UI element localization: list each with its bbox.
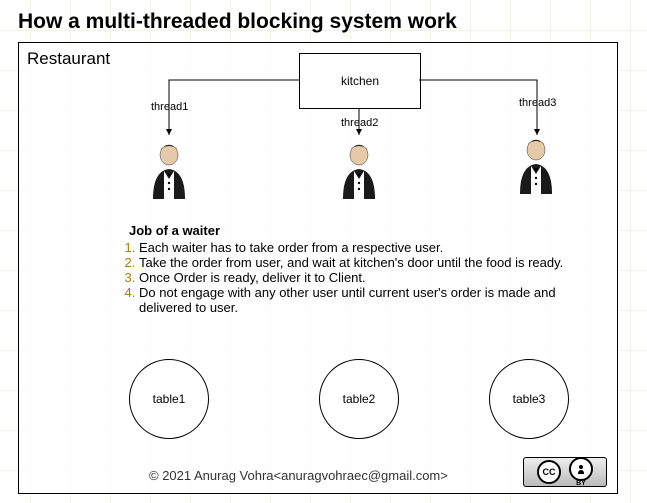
table1-circle: table1	[129, 359, 209, 439]
job-step: Once Order is ready, deliver it to Clien…	[139, 270, 579, 285]
job-step: Each waiter has to take order from a res…	[139, 240, 579, 255]
cc-license-badge: CC BY	[523, 457, 607, 487]
job-description: Job of a waiter Each waiter has to take …	[119, 223, 579, 315]
table2-circle: table2	[319, 359, 399, 439]
job-title: Job of a waiter	[129, 223, 579, 238]
by-label: BY	[569, 480, 593, 487]
kitchen-box: kitchen	[299, 53, 421, 109]
thread1-label: thread1	[151, 101, 188, 113]
person-icon	[569, 457, 593, 481]
thread2-label: thread2	[341, 117, 378, 129]
kitchen-label: kitchen	[341, 74, 379, 88]
thread3-label: thread3	[519, 97, 556, 109]
table3-circle: table3	[489, 359, 569, 439]
job-step: Take the order from user, and wait at ki…	[139, 255, 579, 270]
waiter-icon	[147, 143, 191, 199]
frame-label: Restaurant	[27, 49, 110, 69]
job-step: Do not engage with any other user until …	[139, 285, 579, 315]
table-label: table3	[513, 392, 546, 406]
cc-icon: CC	[537, 460, 561, 484]
waiter-icon	[337, 143, 381, 199]
diagram-frame: Restaurant kitchen thread1 thread2 threa…	[18, 42, 618, 494]
table-label: table1	[153, 392, 186, 406]
table-label: table2	[343, 392, 376, 406]
page-title: How a multi-threaded blocking system wor…	[18, 10, 637, 34]
waiter-icon	[514, 138, 558, 194]
copyright-text: © 2021 Anurag Vohra<anuragvohraec@gmail.…	[149, 468, 448, 483]
